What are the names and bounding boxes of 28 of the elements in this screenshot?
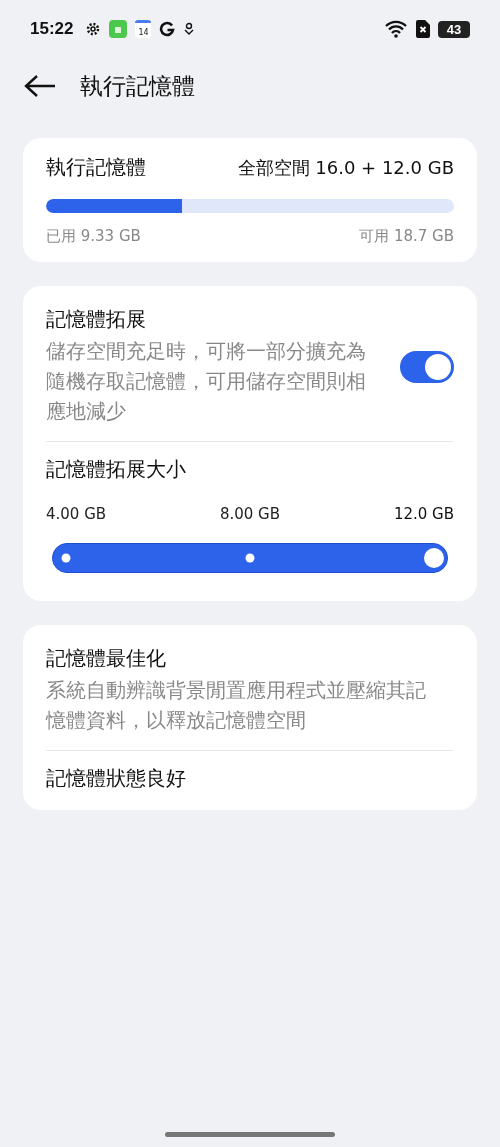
size-slider[interactable] — [52, 543, 448, 573]
app-icon — [109, 20, 128, 38]
memory-status: 記憶體狀態良好 — [46, 766, 186, 790]
sim-icon — [416, 20, 430, 38]
wifi-icon — [384, 20, 408, 38]
calendar-day: 14 — [138, 27, 149, 38]
setting-description: 系統自動辨識背景閒置應用程式並壓縮其記憶體資料，以釋放記憶體空間 — [46, 678, 427, 734]
available-space: 可用 18.7 GB — [359, 227, 454, 246]
setting-description: 儲存空間充足時，可將一部分擴充為隨機存取記憶體，可用儲存空間則相應地減少 — [46, 339, 367, 425]
section-title: 記憶體拓展大小 — [46, 457, 186, 481]
location-icon — [183, 22, 196, 36]
size-option[interactable]: 8.00 GB — [219, 505, 281, 523]
back-arrow-icon[interactable] — [24, 74, 56, 98]
card-title: 記憶體拓展 — [46, 307, 146, 331]
clock: 15:22 — [30, 19, 74, 39]
total-space: 全部空間 16.0 + 12.0 GB — [237, 155, 454, 180]
toggle-switch[interactable] — [400, 350, 454, 383]
slider-stop[interactable] — [245, 553, 255, 563]
page-title: 執行記憶體 — [80, 71, 195, 101]
google-icon — [159, 21, 176, 37]
gear-icon — [85, 21, 102, 37]
slider-stop[interactable] — [61, 553, 71, 563]
size-option[interactable]: 4.00 GB — [46, 505, 107, 523]
battery-level: 43 — [446, 21, 462, 37]
used-space: 已用 9.33 GB — [46, 227, 141, 246]
card-title: 執行記憶體 — [46, 154, 146, 181]
card-title: 記憶體最佳化 — [46, 646, 166, 670]
size-option[interactable]: 12.0 GB — [393, 505, 454, 523]
